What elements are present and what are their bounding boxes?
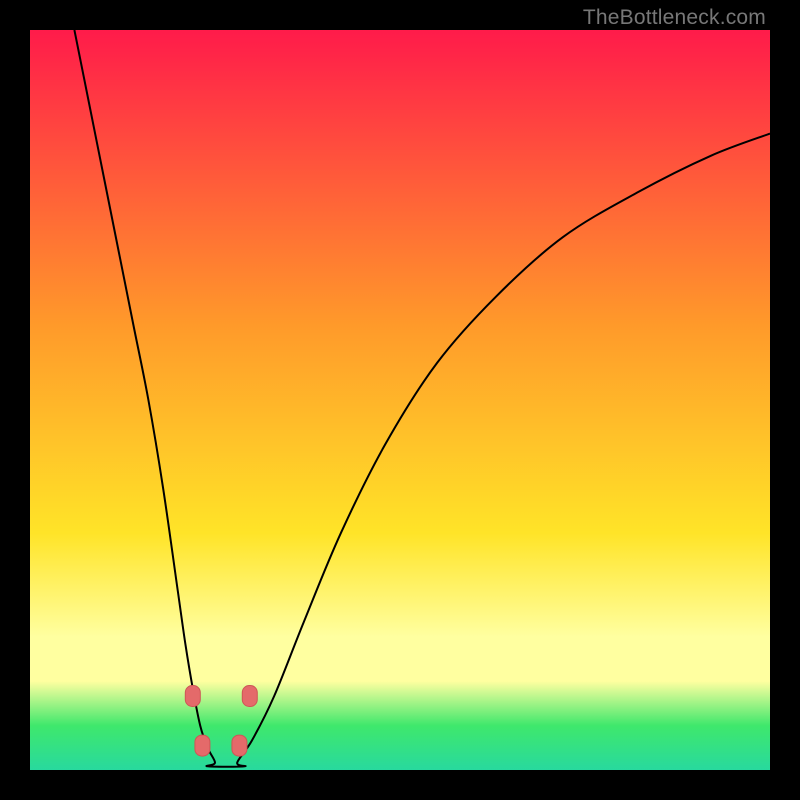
curve-marker bbox=[232, 735, 247, 756]
curve-markers bbox=[185, 686, 257, 757]
watermark-text: TheBottleneck.com bbox=[583, 6, 766, 30]
bottleneck-curve bbox=[74, 30, 770, 767]
curve-marker bbox=[185, 686, 200, 707]
curve-marker bbox=[242, 686, 257, 707]
plot-area bbox=[30, 30, 770, 770]
curve-marker bbox=[195, 735, 210, 756]
curve-layer bbox=[30, 30, 770, 770]
